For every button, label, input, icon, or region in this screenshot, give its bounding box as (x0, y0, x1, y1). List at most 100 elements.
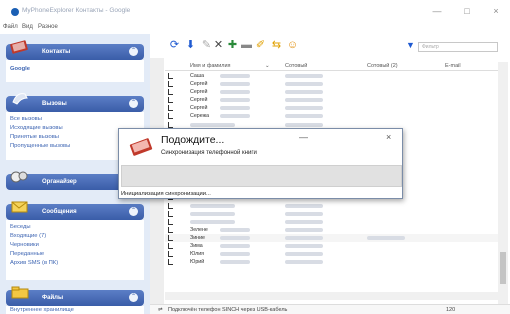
contact-icon (168, 251, 173, 258)
collapse-icon[interactable]: ⌃ (129, 99, 138, 108)
table-row[interactable]: Зелене (165, 226, 500, 234)
title-bar: MyPhoneExplorer Контакты - Google — □ × (0, 0, 510, 22)
redacted-text (190, 203, 235, 208)
table-row[interactable] (165, 202, 500, 210)
contact-name: Сережа (190, 113, 210, 120)
close-button[interactable]: × (489, 5, 503, 17)
sidebar-item-inbox[interactable]: Входящие (7) (10, 233, 46, 239)
redacted-text (220, 82, 250, 87)
redacted-phone (285, 260, 323, 265)
menu-bar: Файл Вид Разное (0, 22, 510, 34)
status-bar: ⇌ Подключён телефон SINCH через USB-кабе… (150, 304, 510, 314)
sidebar-item-drafts[interactable]: Черновики (10, 242, 39, 248)
panel-files-body: Внутреннее хранилище (6, 306, 144, 314)
dialog-close-button[interactable]: × (386, 132, 391, 142)
panel-files-header[interactable]: Файлы ⌃ (6, 286, 144, 306)
collapse-icon[interactable]: ⌃ (129, 293, 138, 302)
envelope-icon (11, 201, 28, 213)
app-icon (11, 8, 19, 16)
redacted-text (220, 260, 250, 265)
table-row[interactable]: Сергей (165, 80, 500, 88)
table-row[interactable] (165, 218, 500, 226)
sidebar-item-sent[interactable]: Переданные (10, 251, 44, 257)
sidebar-item-missed-calls[interactable]: Пропущенные вызовы (10, 143, 70, 149)
menu-misc[interactable]: Разное (38, 24, 58, 30)
table-row[interactable]: Юлия (165, 250, 500, 258)
column-mobile-2[interactable]: Сотовый (2) (367, 63, 398, 69)
contact-icon (168, 81, 173, 88)
redacted-text (220, 243, 250, 248)
organizer-icon (10, 171, 28, 183)
redacted-phone (285, 235, 323, 240)
add-contact-icon[interactable]: ✚ (226, 39, 239, 52)
table-row[interactable]: Сергей (165, 96, 500, 104)
download-icon[interactable]: ⬇ (184, 39, 197, 52)
contact-icon (168, 113, 173, 120)
collapse-icon[interactable]: ⌃ (129, 47, 138, 56)
scrollbar-thumb[interactable] (500, 252, 506, 284)
contact-name: Юлия (190, 251, 205, 258)
toolbar: ⟳ ⬇ ✎ ✕ ✚ ▬ ✐ ⇆ ☺ ▼ Фильтр (150, 34, 510, 56)
contact-count: 120 (446, 307, 456, 313)
panel-messages-label: Сообщения (42, 209, 77, 215)
column-name[interactable]: Имя и фамилия (190, 63, 231, 69)
menu-file[interactable]: Файл (3, 24, 18, 30)
table-row[interactable]: Сергей (165, 104, 500, 112)
column-sort-icon[interactable]: ⌄ (265, 63, 270, 69)
dialog-minimize-button[interactable]: — (299, 132, 308, 142)
redacted-phone (285, 98, 323, 103)
panel-calls-header[interactable]: Вызовы ⌃ (6, 93, 144, 112)
column-mobile[interactable]: Сотовый (285, 63, 307, 69)
sidebar-item-internal-storage[interactable]: Внутреннее хранилище (10, 307, 74, 313)
panel-contacts-header[interactable]: Контакты ⌃ (6, 40, 144, 60)
sidebar-item-all-calls[interactable]: Все вызовы (10, 116, 42, 122)
contact-name: Юрий (190, 259, 205, 266)
table-row[interactable] (165, 210, 500, 218)
contact-name: Зиние (190, 234, 205, 241)
sidebar-item-received-calls[interactable]: Принятые вызовы (10, 134, 59, 140)
vertical-scrollbar[interactable] (498, 62, 508, 310)
table-row[interactable]: Юрий (165, 258, 500, 266)
export-icon[interactable]: ▬ (240, 39, 253, 52)
delete-icon[interactable]: ✕ (212, 39, 225, 52)
horizontal-scrollbar[interactable] (165, 292, 498, 300)
sidebar-item-google[interactable]: Google (10, 66, 30, 72)
contact-icon (168, 105, 173, 112)
menu-view[interactable]: Вид (22, 24, 33, 30)
redacted-phone (285, 74, 323, 78)
sidebar-item-conversations[interactable]: Беседы (10, 224, 31, 230)
contact-name: Сергей (190, 97, 208, 104)
contact-name: Сергей (190, 89, 208, 96)
collapse-icon[interactable]: ⌃ (129, 207, 138, 216)
sidebar-item-outgoing-calls[interactable]: Исходящие вызовы (10, 125, 63, 131)
filter-input[interactable]: Фильтр (418, 42, 498, 52)
table-row[interactable]: Саша (165, 72, 500, 80)
table-row[interactable]: Зима (165, 242, 500, 250)
maximize-button[interactable]: □ (460, 5, 474, 17)
pencil-icon[interactable]: ✐ (254, 39, 267, 52)
redacted-text (220, 235, 250, 240)
table-row[interactable]: Сергей (165, 88, 500, 96)
table-header: Имя и фамилия ⌄ Сотовый Сотовый (2) E-ma… (165, 62, 500, 71)
column-email[interactable]: E-mail (445, 63, 461, 69)
redacted-phone (285, 252, 323, 257)
redacted-phone (285, 122, 323, 127)
panel-messages-header[interactable]: Сообщения ⌃ (6, 201, 144, 220)
minimize-button[interactable]: — (430, 5, 444, 17)
sync-dialog: Подождите... Синхронизация телефонной кн… (118, 128, 403, 199)
refresh-icon[interactable]: ⟳ (168, 39, 181, 52)
contact-name: Зелене (190, 226, 208, 233)
filter-icon[interactable]: ▼ (406, 40, 415, 50)
phone-icon (12, 93, 28, 105)
contact-name: Сергей (190, 81, 208, 88)
smiley-icon[interactable]: ☺ (286, 39, 299, 52)
sidebar-item-sms-archive[interactable]: Архив SMS (в ПК) (10, 260, 58, 266)
table-row[interactable]: Зиние (165, 233, 500, 242)
redacted-phone (285, 106, 323, 111)
table-row[interactable]: Сережа (165, 112, 500, 120)
redacted-text (190, 122, 235, 127)
usb-icon: ⇌ (158, 307, 163, 313)
contact-icon (168, 218, 173, 225)
dialog-title: Подождите... (161, 134, 225, 146)
sync-icon[interactable]: ⇆ (270, 39, 283, 52)
